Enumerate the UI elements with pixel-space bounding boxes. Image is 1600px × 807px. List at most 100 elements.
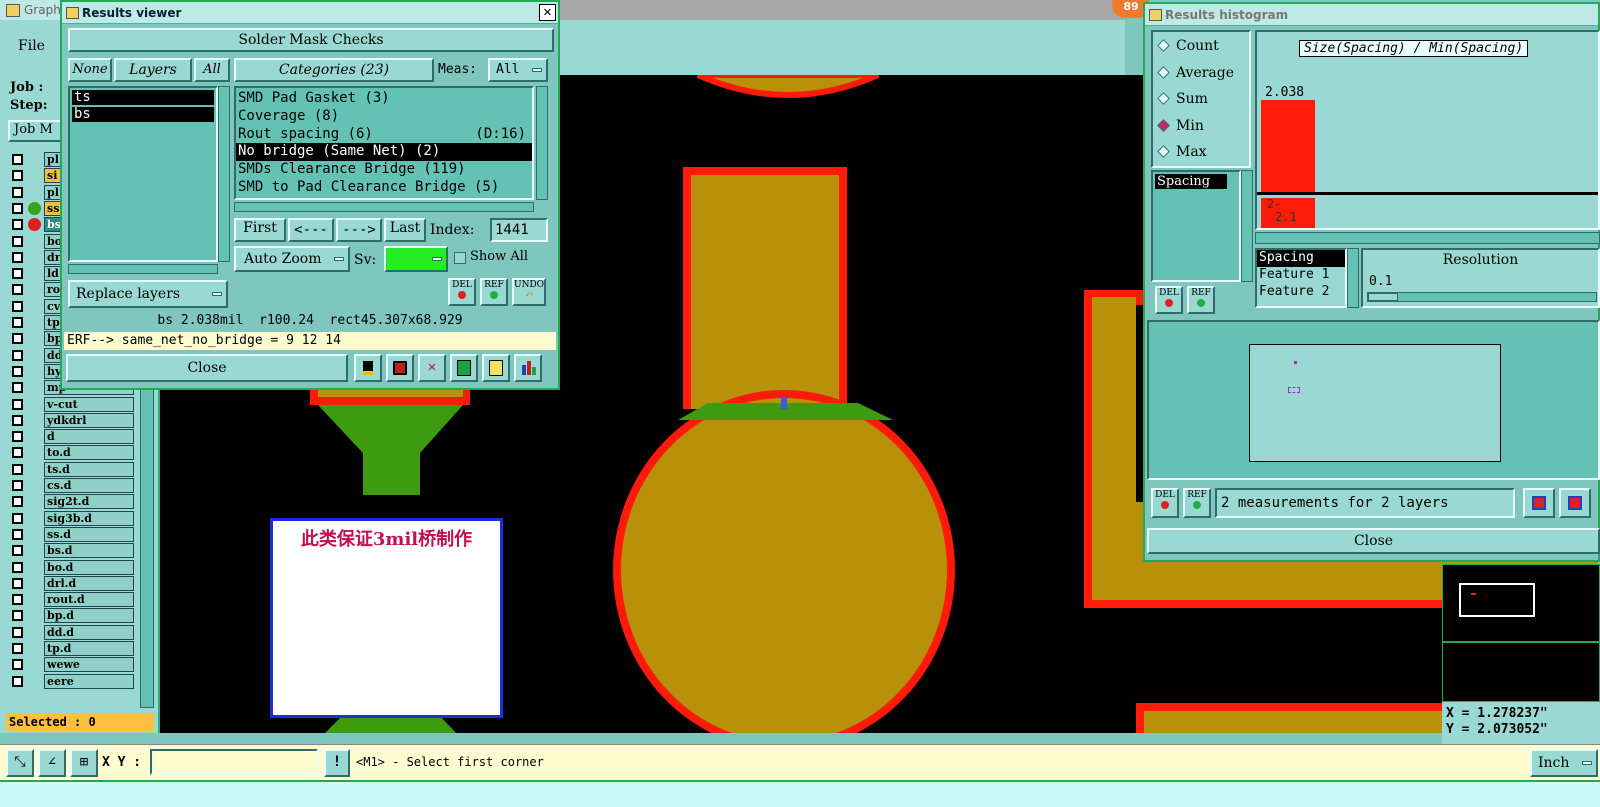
- layer-checkbox[interactable]: [12, 235, 23, 247]
- layer-checkbox[interactable]: [12, 659, 23, 671]
- zoom-area-icon[interactable]: [1559, 488, 1591, 518]
- category-item[interactable]: No bridge (Same Net) (2): [236, 143, 532, 162]
- layer-checkbox[interactable]: [12, 333, 23, 345]
- layer-checkbox[interactable]: [12, 643, 23, 654]
- layer-checkbox[interactable]: [12, 512, 23, 524]
- layer-checkbox[interactable]: [12, 626, 23, 638]
- layer-name[interactable]: dd.d: [44, 624, 134, 640]
- layer-name[interactable]: rout.d: [44, 592, 134, 608]
- layer-row[interactable]: ts.d: [8, 461, 134, 477]
- file-menu-label[interactable]: File: [18, 38, 45, 54]
- zoom-fit-icon[interactable]: [1523, 488, 1555, 518]
- layer-row[interactable]: ydkdrl: [8, 412, 134, 428]
- next-button[interactable]: --->: [336, 218, 382, 242]
- layer-row[interactable]: to.d: [8, 445, 134, 461]
- clear-tool-icon[interactable]: ✕: [418, 354, 446, 382]
- layer-checkbox[interactable]: [12, 365, 23, 377]
- layer-checkbox[interactable]: [12, 414, 23, 426]
- layer-row[interactable]: bs.d: [8, 543, 134, 559]
- layers-hscroll[interactable]: [68, 264, 218, 274]
- layer-checkbox[interactable]: [12, 528, 23, 540]
- none-button[interactable]: None: [68, 58, 112, 82]
- hist-del-button[interactable]: DEL: [1155, 286, 1183, 314]
- layers-listbox[interactable]: ts bs: [68, 86, 218, 262]
- layer-name[interactable]: bs.d: [44, 543, 134, 559]
- layer-name[interactable]: wewe: [44, 657, 134, 673]
- layer-name[interactable]: ts.d: [44, 461, 134, 477]
- layer-item[interactable]: ts: [72, 90, 214, 105]
- radio-diamond-icon[interactable]: [1157, 118, 1170, 132]
- layer-checkbox[interactable]: [12, 577, 23, 589]
- aggregation-option[interactable]: Count: [1157, 38, 1219, 54]
- resolution-slider[interactable]: [1367, 292, 1597, 302]
- aggregation-option[interactable]: Min: [1157, 118, 1204, 134]
- file-menu[interactable]: File: [18, 38, 45, 54]
- histogram-close-button[interactable]: Close: [1147, 528, 1600, 554]
- categories-listbox[interactable]: SMD Pad Gasket (3) Coverage (8) Rout spaci…: [234, 86, 534, 200]
- layer-checkbox[interactable]: [12, 594, 23, 606]
- layer-checkbox[interactable]: [12, 398, 23, 410]
- layer-checkbox[interactable]: [12, 610, 23, 622]
- layers-button[interactable]: Layers: [114, 58, 192, 82]
- layer-checkbox[interactable]: [12, 154, 23, 165]
- layer-name[interactable]: eere: [44, 673, 134, 689]
- layer-checkbox[interactable]: [12, 170, 23, 182]
- layer-name[interactable]: cs.d: [44, 478, 134, 493]
- layer-name[interactable]: v-cut: [44, 396, 134, 412]
- field-vscroll[interactable]: [1241, 170, 1253, 282]
- histogram-tool-icon[interactable]: [354, 354, 382, 382]
- category-item[interactable]: Rout spacing (6) (D:16): [236, 126, 532, 144]
- categories-button[interactable]: Categories (23): [234, 58, 434, 82]
- ref-button[interactable]: REF: [480, 278, 508, 306]
- auto-zoom-dropdown[interactable]: Auto Zoom: [234, 246, 350, 272]
- overview-map[interactable]: [1442, 564, 1600, 642]
- layer-checkbox[interactable]: [12, 480, 23, 491]
- category-item[interactable]: SMD to Pad Clearance Bridge (5): [236, 179, 532, 197]
- layer-name[interactable]: sig2t.d: [44, 494, 134, 510]
- aggregation-option[interactable]: Average: [1157, 65, 1234, 81]
- layer-name[interactable]: drl.d: [44, 575, 134, 591]
- slider-thumb[interactable]: [1368, 293, 1398, 301]
- radio-diamond-icon[interactable]: [1157, 92, 1170, 105]
- report-tool-icon[interactable]: [482, 354, 510, 382]
- show-all-checkbox[interactable]: [454, 252, 466, 264]
- layer-checkbox[interactable]: [12, 447, 23, 459]
- layer-checkbox[interactable]: [12, 251, 23, 263]
- index-input[interactable]: 1441: [490, 218, 548, 242]
- preview-ref-button[interactable]: REF: [1183, 488, 1211, 518]
- radio-diamond-icon[interactable]: [1157, 145, 1170, 158]
- categories-vscroll[interactable]: [536, 86, 548, 200]
- layer-row[interactable]: d: [8, 429, 134, 445]
- spacing-vscroll[interactable]: [1347, 248, 1359, 308]
- spacing-item[interactable]: Feature 2: [1257, 284, 1345, 301]
- layer-row[interactable]: wewe: [8, 657, 134, 673]
- field-listbox[interactable]: Spacing: [1151, 170, 1241, 282]
- aggregation-option[interactable]: Max: [1157, 144, 1207, 160]
- last-button[interactable]: Last: [384, 218, 426, 242]
- snap-tool-icon[interactable]: ⤡: [6, 749, 34, 777]
- units-dropdown[interactable]: Inch: [1530, 749, 1598, 777]
- layer-checkbox[interactable]: [12, 202, 23, 214]
- layer-name[interactable]: sig3b.d: [44, 510, 134, 526]
- field-item[interactable]: Spacing: [1155, 174, 1227, 189]
- close-button[interactable]: Close: [66, 354, 348, 382]
- histogram-bar[interactable]: [1261, 100, 1315, 192]
- layer-checkbox[interactable]: [12, 431, 23, 443]
- job-manager-button[interactable]: Job M: [8, 120, 68, 142]
- layer-checkbox[interactable]: [12, 284, 23, 296]
- layer-checkbox[interactable]: [12, 675, 23, 687]
- layer-name[interactable]: tp.d: [44, 641, 134, 656]
- del-button[interactable]: DEL: [448, 278, 476, 306]
- histogram-chart[interactable]: Size(Spacing) / Min(Spacing) 2.038 2- 2.…: [1255, 30, 1600, 230]
- layer-row[interactable]: v-cut: [8, 396, 134, 412]
- categories-hscroll[interactable]: [234, 202, 534, 212]
- layer-checkbox[interactable]: [12, 349, 23, 361]
- aggregation-option[interactable]: Sum: [1157, 91, 1208, 107]
- layer-row[interactable]: dd.d: [8, 624, 134, 640]
- chart-tool-icon[interactable]: [514, 354, 542, 382]
- layer-row[interactable]: sig3b.d: [8, 510, 134, 526]
- layer-checkbox[interactable]: [12, 317, 23, 328]
- step-tool-icon[interactable]: [450, 354, 478, 382]
- layer-checkbox[interactable]: [12, 219, 23, 231]
- layer-checkbox[interactable]: [12, 382, 23, 394]
